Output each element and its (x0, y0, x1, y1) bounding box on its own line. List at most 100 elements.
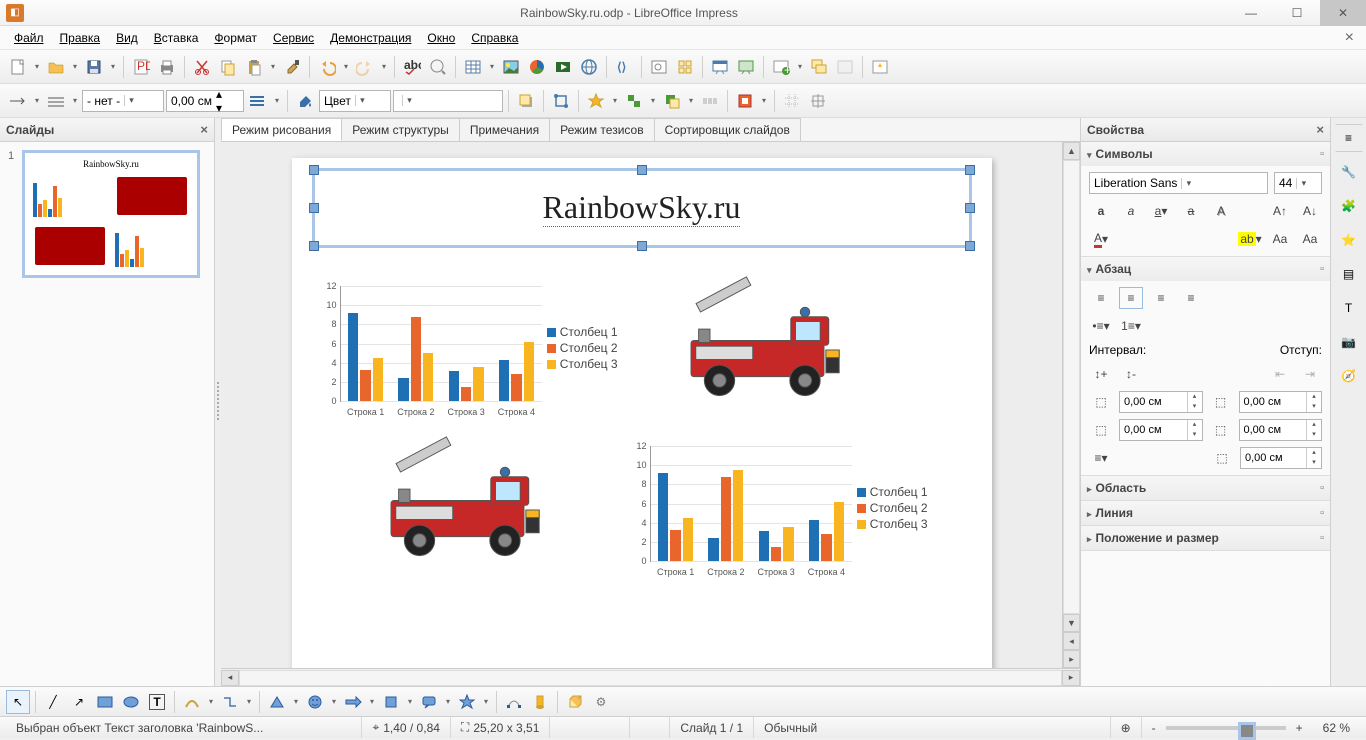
curve-dropdown[interactable]: ▾ (206, 697, 216, 706)
zoom-icon[interactable] (647, 55, 671, 79)
presentation2-icon[interactable] (734, 55, 758, 79)
new-document-icon[interactable] (6, 55, 30, 79)
inc-spacing-icon[interactable]: ↕+ (1089, 363, 1113, 385)
font-size-combo[interactable]: 44▾ (1274, 172, 1322, 194)
title-textbox[interactable]: RainbowSky.ru (312, 168, 972, 248)
arrow-tool-icon[interactable]: ↗ (67, 690, 91, 714)
italic-icon[interactable]: a (1119, 200, 1143, 222)
align-center-icon[interactable]: ≡ (1119, 287, 1143, 309)
slide-dropdown[interactable]: ▾ (795, 62, 805, 71)
sidebar-tab-styles-icon[interactable]: 📷 (1335, 328, 1363, 356)
slides-panel-close-icon[interactable]: × (200, 122, 208, 137)
redo-dropdown[interactable]: ▾ (379, 62, 389, 71)
image-firetruck-1[interactable] (672, 273, 862, 408)
close-document-button[interactable]: × (1339, 29, 1360, 47)
guides-icon[interactable] (780, 89, 804, 113)
align-right-icon[interactable]: ≡ (1149, 287, 1173, 309)
redo-icon[interactable] (353, 55, 377, 79)
paste-icon[interactable] (242, 55, 266, 79)
bold-icon[interactable]: a (1089, 200, 1113, 222)
image-icon[interactable] (499, 55, 523, 79)
highlight-icon[interactable]: ab▾ (1238, 228, 1262, 250)
line-tool-icon[interactable]: ╱ (41, 690, 65, 714)
open-icon[interactable] (44, 55, 68, 79)
arrows-dropdown[interactable]: ▾ (367, 697, 377, 706)
underline-icon[interactable]: a▾ (1149, 200, 1173, 222)
media-icon[interactable] (551, 55, 575, 79)
para-section-header[interactable]: ▾Абзац▫ (1081, 257, 1330, 281)
zoom-slider[interactable]: - + (1142, 717, 1313, 738)
sidebar-tab-gallery-icon[interactable]: ⭐ (1335, 226, 1363, 254)
slide-thumbnail-1[interactable]: RainbowSky.ru (22, 150, 200, 278)
interaction-icon[interactable]: ⚙ (589, 690, 613, 714)
snap-icon[interactable] (806, 89, 830, 113)
first-line-field[interactable]: 0,00 см▴▾ (1240, 447, 1322, 469)
title-text[interactable]: RainbowSky.ru (543, 189, 741, 227)
slides-thumbnails[interactable]: 1 RainbowSky.ru (0, 142, 214, 686)
presentation-icon[interactable] (708, 55, 732, 79)
save-dropdown[interactable]: ▾ (108, 62, 118, 71)
hyperlink-icon[interactable] (577, 55, 601, 79)
undo-icon[interactable] (315, 55, 339, 79)
line-width-combo[interactable]: 0,00 см▴▾ (166, 90, 244, 112)
star-dropdown[interactable]: ▾ (481, 697, 491, 706)
shadow-icon[interactable] (514, 89, 538, 113)
maximize-button[interactable]: ☐ (1274, 0, 1320, 26)
table-dropdown[interactable]: ▾ (487, 62, 497, 71)
chart-object-1[interactable]: 024681012Строка 1Строка 2Строка 3Строка … (312, 278, 622, 428)
tab-notes[interactable]: Примечания (459, 118, 550, 141)
horizontal-scrollbar[interactable]: ◂▸ (221, 668, 1080, 686)
cut-icon[interactable] (190, 55, 214, 79)
arrange-icon[interactable] (660, 89, 684, 113)
line-style-combo[interactable]: - нет -▾ (82, 90, 164, 112)
print-icon[interactable] (155, 55, 179, 79)
font-color-icon[interactable]: A▾ (1089, 228, 1113, 250)
layout-icon[interactable] (833, 55, 857, 79)
callout-icon[interactable] (417, 690, 441, 714)
distribute-icon[interactable] (698, 89, 722, 113)
slide-icon[interactable]: + (769, 55, 793, 79)
arrow-style-icon[interactable] (6, 89, 30, 113)
copy-icon[interactable] (216, 55, 240, 79)
strike-icon[interactable]: a (1179, 200, 1203, 222)
shapes-dropdown[interactable]: ▾ (291, 697, 301, 706)
menu-file[interactable]: Файл (6, 28, 52, 48)
canvas[interactable]: RainbowSky.ru 024681012Строка 1Строка 2С… (221, 142, 1062, 668)
decrease-font-icon[interactable]: A↓ (1298, 200, 1322, 222)
vertical-scrollbar[interactable]: ▲▼ ◂▸ (1062, 142, 1080, 668)
fill-color-combo[interactable]: ▾ (393, 90, 503, 112)
sidebar-tab-transition-icon[interactable]: ▤ (1335, 260, 1363, 288)
chart-object-2[interactable]: 024681012Строка 1Строка 2Строка 3Строка … (622, 438, 932, 588)
indent-after-field[interactable]: 0,00 см▴▾ (1239, 419, 1323, 441)
subscript-icon[interactable]: Aa (1298, 228, 1322, 250)
align-justify-icon[interactable]: ≡ (1179, 287, 1203, 309)
space-above-field[interactable]: 0,00 см▴▾ (1119, 391, 1203, 413)
spellcheck-icon[interactable]: abc (400, 55, 424, 79)
text-tool-icon[interactable]: T (145, 690, 169, 714)
indent-before-field[interactable]: 0,00 см▴▾ (1239, 391, 1323, 413)
numbering-icon[interactable]: 1≡▾ (1119, 315, 1143, 337)
paste-dropdown[interactable]: ▾ (268, 62, 278, 71)
save-icon[interactable] (82, 55, 106, 79)
slide[interactable]: RainbowSky.ru 024681012Строка 1Строка 2С… (292, 158, 992, 668)
symbol-shapes-icon[interactable] (303, 690, 327, 714)
fill-mode-combo[interactable]: Цвет▾ (319, 90, 391, 112)
animation-icon[interactable] (868, 55, 892, 79)
sidebar-tab-master-icon[interactable]: 🧩 (1335, 192, 1363, 220)
arrange-dropdown[interactable]: ▾ (686, 96, 696, 105)
menu-tools[interactable]: Сервис (265, 28, 322, 48)
line-section-header[interactable]: ▸Линия▫ (1081, 501, 1330, 525)
pos-section-header[interactable]: ▸Положение и размер▫ (1081, 526, 1330, 550)
menu-help[interactable]: Справка (463, 28, 526, 48)
menu-format[interactable]: Формат (206, 28, 265, 48)
more-icon[interactable]: ▫ (1320, 263, 1324, 275)
fill-icon[interactable] (293, 89, 317, 113)
menu-window[interactable]: Окно (419, 28, 463, 48)
align-dropdown[interactable]: ▾ (648, 96, 658, 105)
line-color-icon[interactable] (246, 89, 270, 113)
extrusion-icon[interactable] (733, 89, 757, 113)
menu-edit[interactable]: Правка (52, 28, 109, 48)
line-style-dropdown[interactable]: ▾ (70, 96, 80, 105)
shadow-text-icon[interactable]: A (1209, 200, 1233, 222)
tab-handout[interactable]: Режим тезисов (549, 118, 655, 141)
